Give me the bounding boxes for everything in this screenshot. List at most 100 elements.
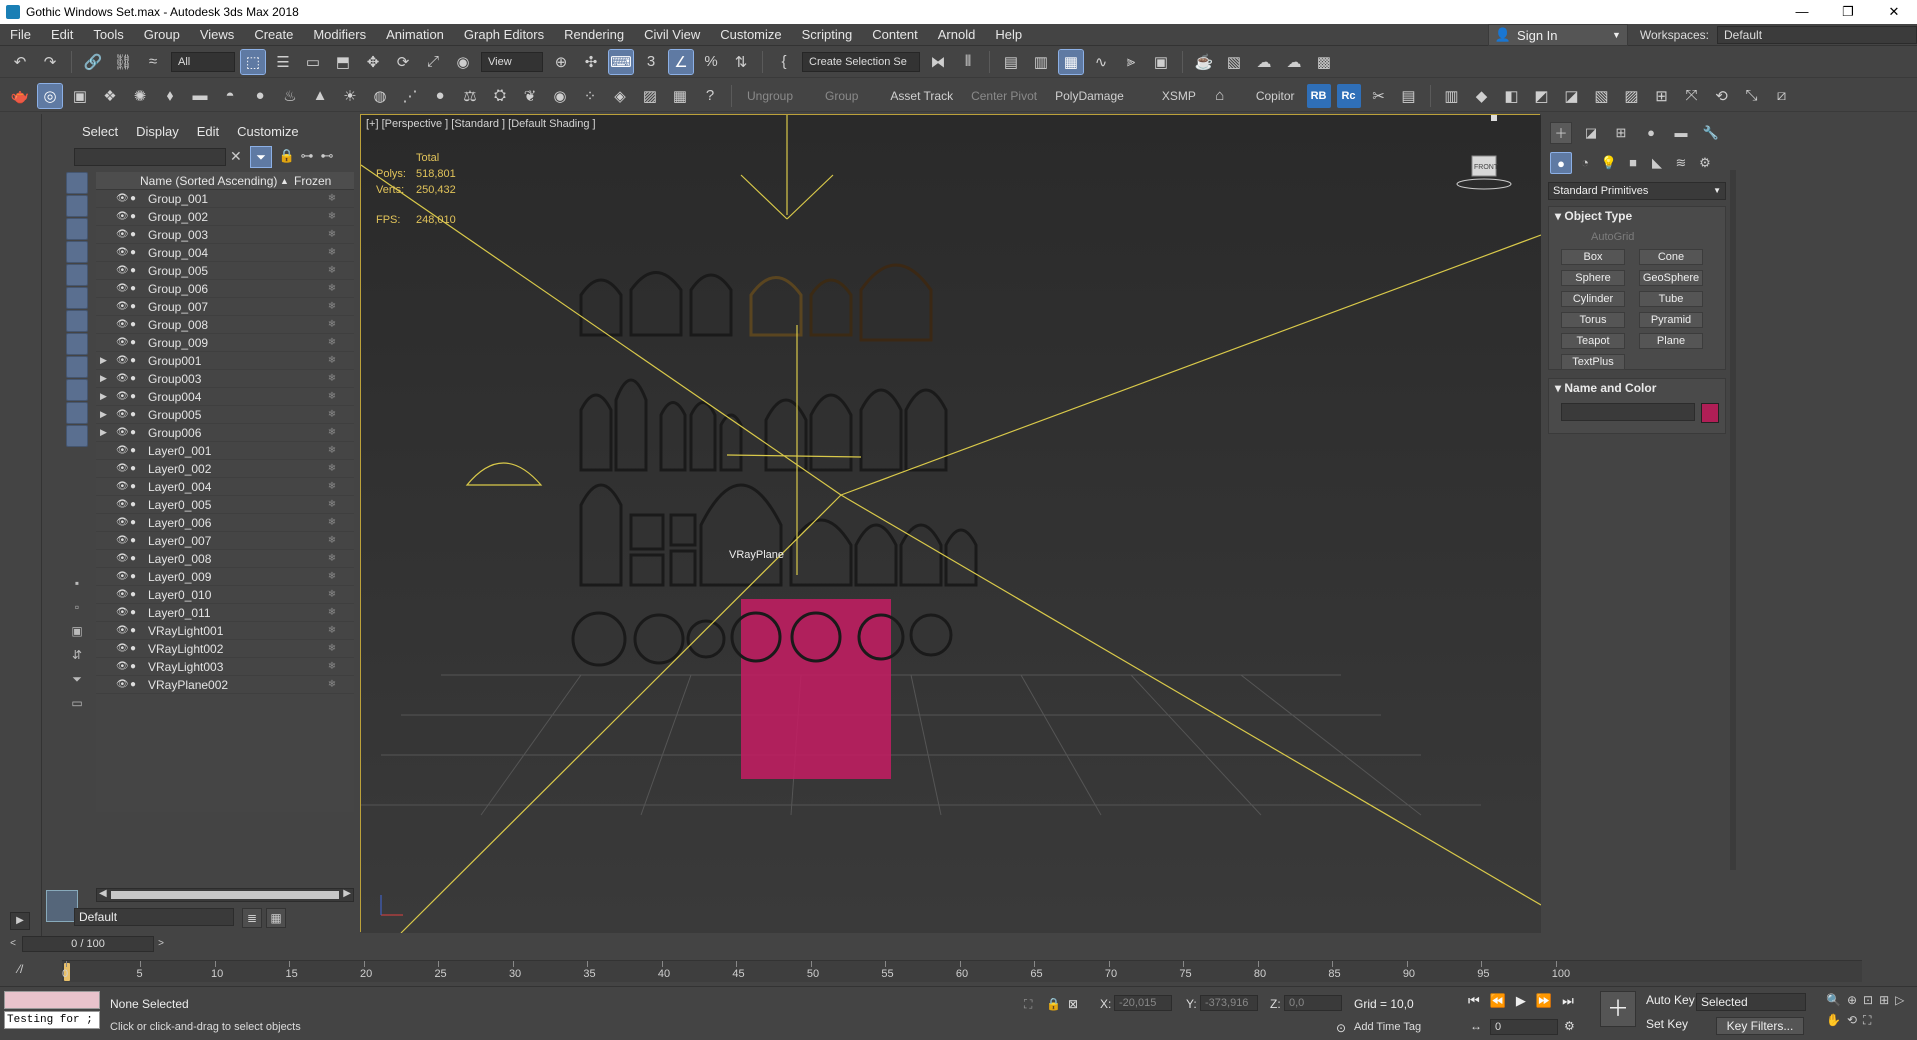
- list-item[interactable]: 👁 ● Group_003 ❄: [96, 226, 354, 244]
- light-lister-icon[interactable]: ✺: [128, 84, 152, 108]
- set-key-button[interactable]: Set Key: [1646, 1017, 1688, 1031]
- sign-in-button[interactable]: 👤 Sign In ▼: [1487, 24, 1628, 46]
- visibility-eye-icon[interactable]: 👁: [116, 571, 130, 582]
- filter-bones-icon[interactable]: [66, 356, 88, 378]
- freeze-toggle-icon[interactable]: ❄: [322, 265, 342, 276]
- sort-icon[interactable]: ⇵: [68, 648, 86, 666]
- x-coord-input[interactable]: -20,015: [1114, 995, 1172, 1011]
- object-color-swatch[interactable]: [1701, 403, 1719, 423]
- unlink-icon[interactable]: ⛓: [111, 50, 135, 74]
- filter-frozen-icon[interactable]: [66, 402, 88, 424]
- zoom-extents-icon[interactable]: ⊡: [1863, 993, 1873, 1007]
- pyramid-button[interactable]: Pyramid: [1639, 312, 1703, 328]
- help-circle-icon[interactable]: ?: [698, 84, 722, 108]
- invert-selection-icon[interactable]: ▣: [68, 624, 86, 642]
- pivot-center-icon[interactable]: ⊕: [549, 50, 573, 74]
- workspaces-select[interactable]: Default: [1717, 26, 1917, 44]
- visibility-eye-icon[interactable]: 👁: [116, 661, 130, 672]
- render-online-icon[interactable]: ▩: [1312, 50, 1336, 74]
- filter-spacewarps-icon[interactable]: [66, 287, 88, 309]
- isolate-selection-icon[interactable]: ⛶: [1024, 997, 1032, 1012]
- list-item[interactable]: 👁 ● Layer0_004 ❄: [96, 478, 354, 496]
- snaps-toggle-icon[interactable]: 3: [639, 50, 663, 74]
- object-icon-1[interactable]: ◆: [1470, 84, 1494, 108]
- visibility-eye-icon[interactable]: 👁: [116, 517, 130, 528]
- named-selection-set-select[interactable]: Create Selection Se: [802, 51, 920, 72]
- freeze-toggle-icon[interactable]: ❄: [322, 625, 342, 636]
- menu-views[interactable]: Views: [190, 24, 244, 46]
- ungroup-button[interactable]: Ungroup: [741, 89, 799, 103]
- render-toggle-icon[interactable]: ●: [130, 661, 144, 672]
- z-coord-input[interactable]: 0,0: [1284, 995, 1342, 1011]
- sun-icon[interactable]: ☀: [338, 84, 362, 108]
- options-icon[interactable]: ▭: [68, 696, 86, 714]
- utilities-tab-icon[interactable]: 🔧: [1700, 122, 1722, 144]
- freeze-toggle-icon[interactable]: ❄: [322, 319, 342, 330]
- key-filters-button[interactable]: Key Filters...: [1716, 1017, 1804, 1035]
- filter-shapes-icon[interactable]: [66, 195, 88, 217]
- sphere-button[interactable]: Sphere: [1561, 270, 1625, 286]
- scroll-left-icon[interactable]: ◀: [99, 888, 107, 899]
- render-toggle-icon[interactable]: ●: [130, 607, 144, 618]
- menu-help[interactable]: Help: [985, 24, 1032, 46]
- minimize-button[interactable]: —: [1779, 0, 1825, 24]
- object-icon-7[interactable]: ⊞: [1650, 84, 1674, 108]
- visibility-eye-icon[interactable]: 👁: [116, 319, 130, 330]
- expand-arrow-icon[interactable]: ▶: [100, 409, 110, 420]
- visibility-eye-icon[interactable]: 👁: [116, 553, 130, 564]
- menu-rendering[interactable]: Rendering: [554, 24, 634, 46]
- render-toggle-icon[interactable]: ●: [130, 445, 144, 456]
- play-icon[interactable]: ▶: [1516, 993, 1526, 1009]
- box-button[interactable]: Box: [1561, 249, 1625, 265]
- filter-containers-icon[interactable]: [66, 379, 88, 401]
- menu-create[interactable]: Create: [244, 24, 303, 46]
- list-item[interactable]: ▶ 👁 ● Group005 ❄: [96, 406, 354, 424]
- vfb-icon[interactable]: ◈: [608, 84, 632, 108]
- render-toggle-icon[interactable]: ●: [130, 319, 144, 330]
- display-tab-icon[interactable]: ▬: [1670, 122, 1692, 144]
- maximize-viewport-icon[interactable]: ⛶: [1863, 1013, 1871, 1028]
- freeze-toggle-icon[interactable]: ❄: [322, 499, 342, 510]
- list-item[interactable]: 👁 ● Layer0_005 ❄: [96, 496, 354, 514]
- render-production-icon[interactable]: ☁: [1252, 50, 1276, 74]
- freeze-toggle-icon[interactable]: ❄: [322, 679, 342, 690]
- visibility-eye-icon[interactable]: 👁: [116, 229, 130, 240]
- menu-content[interactable]: Content: [862, 24, 928, 46]
- list-item[interactable]: ▶ 👁 ● Group001 ❄: [96, 352, 354, 370]
- menu-modifiers[interactable]: Modifiers: [303, 24, 376, 46]
- list-item[interactable]: 👁 ● VRayLight003 ❄: [96, 658, 354, 676]
- menu-file[interactable]: File: [0, 24, 41, 46]
- visibility-eye-icon[interactable]: 👁: [116, 607, 130, 618]
- object-icon-8[interactable]: ⤧: [1680, 84, 1704, 108]
- create-tab-icon[interactable]: ＋: [1550, 122, 1572, 144]
- scene-converter-icon[interactable]: ▦: [668, 84, 692, 108]
- timeslider-next-icon[interactable]: >: [154, 936, 168, 952]
- render-icon[interactable]: ▣: [68, 84, 92, 108]
- freeze-toggle-icon[interactable]: ❄: [322, 211, 342, 222]
- vray-plane-object[interactable]: [741, 599, 891, 779]
- proxy-icon[interactable]: ⬧: [158, 84, 182, 108]
- edit-named-selection-icon[interactable]: {: [772, 50, 796, 74]
- list-item[interactable]: 👁 ● Layer0_001 ❄: [96, 442, 354, 460]
- freeze-toggle-icon[interactable]: ❄: [322, 607, 342, 618]
- freeze-toggle-icon[interactable]: ❄: [322, 463, 342, 474]
- list-item[interactable]: 👁 ● VRayLight002 ❄: [96, 640, 354, 658]
- key-mode-icon[interactable]: ↔: [1470, 1019, 1482, 1033]
- freeze-toggle-icon[interactable]: ❄: [322, 589, 342, 600]
- freeze-toggle-icon[interactable]: ❄: [322, 535, 342, 546]
- select-none-icon[interactable]: ▫: [68, 600, 86, 618]
- render-toggle-icon[interactable]: ●: [130, 193, 144, 204]
- visibility-eye-icon[interactable]: 👁: [116, 409, 130, 420]
- column-name-header[interactable]: Name (Sorted Ascending): [96, 174, 280, 188]
- key-mode-select[interactable]: Selected: [1696, 993, 1806, 1011]
- list-item[interactable]: 👁 ● Group_006 ❄: [96, 280, 354, 298]
- chart-icon[interactable]: ▥: [1440, 84, 1464, 108]
- trackbar-toggle-icon[interactable]: ⁄/: [18, 962, 23, 976]
- y-coord-input[interactable]: -373,916: [1200, 995, 1258, 1011]
- visibility-eye-icon[interactable]: 👁: [116, 301, 130, 312]
- object-icon-5[interactable]: ▧: [1590, 84, 1614, 108]
- layer-tree-icon[interactable]: ⊷: [318, 148, 336, 166]
- visibility-eye-icon[interactable]: 👁: [116, 337, 130, 348]
- visibility-eye-icon[interactable]: 👁: [116, 427, 130, 438]
- render-toggle-icon[interactable]: ●: [130, 301, 144, 312]
